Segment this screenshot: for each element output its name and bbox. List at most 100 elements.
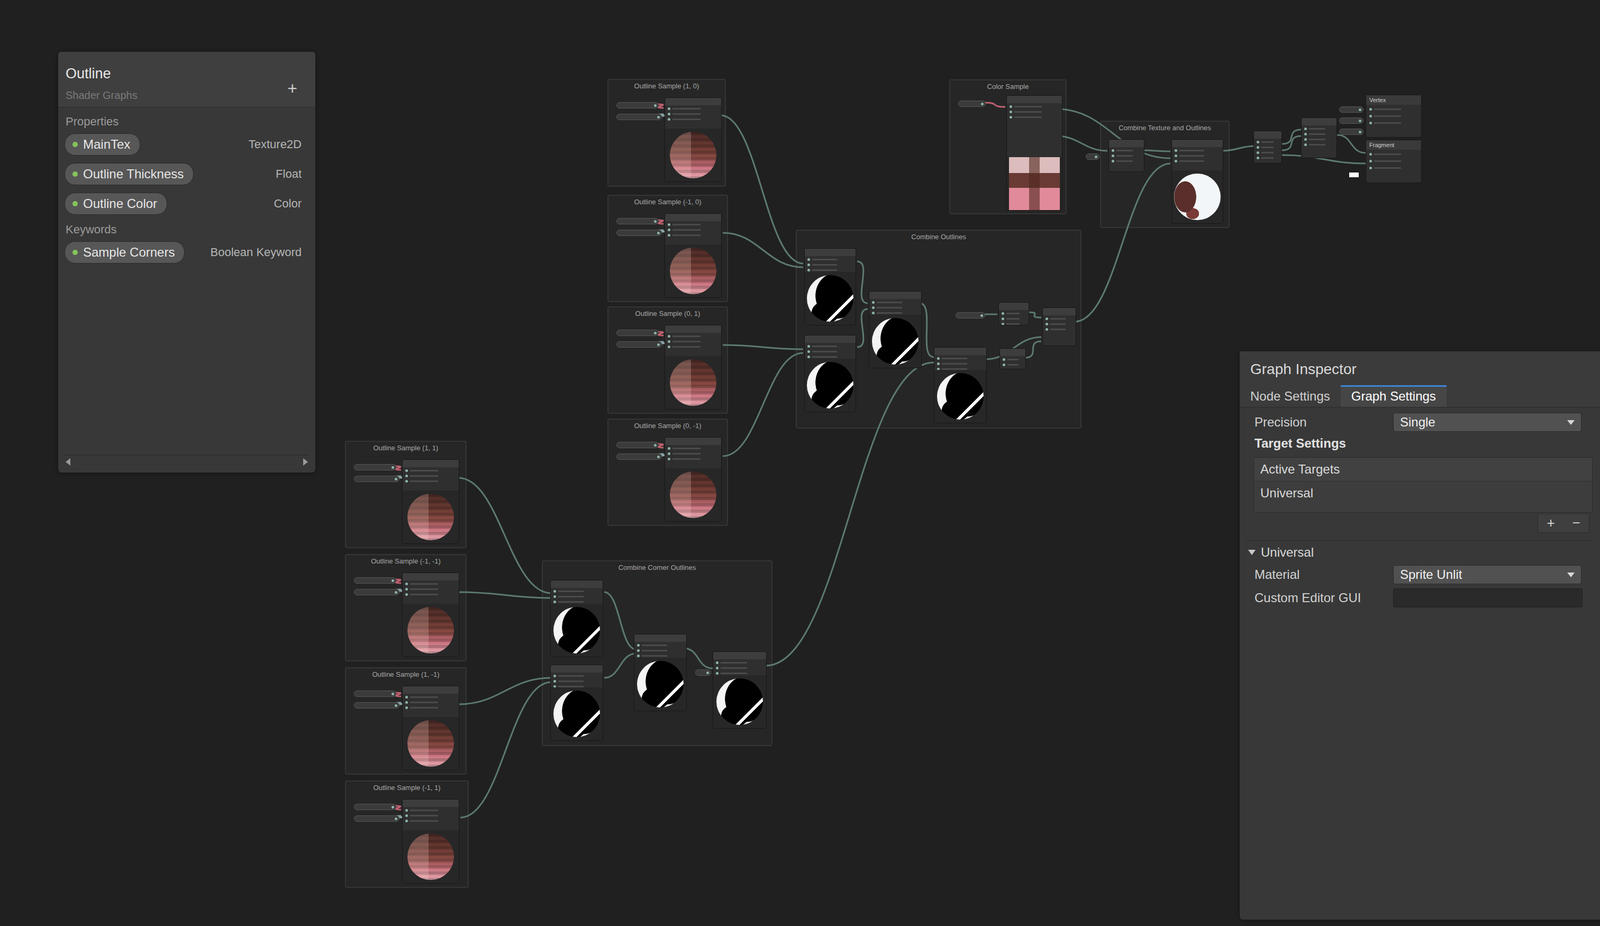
material-dropdown[interactable]: Sprite Unlit: [1393, 565, 1582, 585]
port-row[interactable]: [1174, 154, 1221, 158]
port-row[interactable]: [1001, 312, 1026, 315]
property-pill[interactable]: [353, 464, 397, 471]
add-target-button[interactable]: +: [1538, 514, 1564, 533]
port-row[interactable]: [1009, 110, 1060, 114]
edge-wire[interactable]: [722, 232, 804, 268]
port-row[interactable]: [667, 228, 719, 232]
edge-wire[interactable]: [984, 102, 1006, 107]
edge-wire[interactable]: [657, 220, 664, 224]
node-group[interactable]: Outline Sample (1, -1): [344, 667, 467, 775]
port-row[interactable]: [1174, 149, 1221, 152]
port-row[interactable]: [1256, 146, 1279, 149]
property-row[interactable]: Outline ColorColor: [64, 188, 309, 219]
graph-node[interactable]: [402, 685, 460, 771]
port-row[interactable]: [405, 819, 457, 823]
port-row[interactable]: [1045, 328, 1074, 331]
edge-wire[interactable]: [1282, 129, 1302, 144]
node-header[interactable]: [1171, 139, 1223, 148]
group-title[interactable]: Outline Sample (-1, 1): [346, 781, 468, 792]
graph-node[interactable]: [998, 302, 1030, 326]
group-title[interactable]: Outline Sample (0, -1): [608, 419, 727, 430]
port-row[interactable]: [553, 589, 600, 593]
node-group[interactable]: Combine Corner Outlines: [541, 560, 773, 747]
inspector-tab[interactable]: Node Settings: [1239, 385, 1341, 407]
port-row[interactable]: [553, 674, 600, 678]
edge-wire[interactable]: [979, 313, 998, 316]
port-row[interactable]: [1304, 132, 1334, 136]
input-pill[interactable]: [1339, 128, 1364, 135]
graph-node[interactable]: [1171, 139, 1224, 224]
group-title[interactable]: Outline Sample (-1, -1): [346, 555, 466, 566]
edge-wire[interactable]: [657, 443, 664, 448]
node-header[interactable]: [402, 799, 459, 807]
group-title[interactable]: Outline Sample (-1, 0): [608, 195, 727, 206]
edge-wire[interactable]: [395, 805, 402, 810]
property-pill[interactable]: Outline Thickness: [64, 162, 194, 186]
port-row[interactable]: [807, 355, 853, 359]
node-header[interactable]: [1042, 307, 1076, 316]
edge-wire[interactable]: [1024, 341, 1042, 358]
foldout-arrow-icon[interactable]: [1248, 549, 1256, 556]
edge-wire[interactable]: [722, 344, 804, 350]
port-row[interactable]: [807, 258, 853, 261]
port-row[interactable]: [405, 474, 457, 478]
port-row[interactable]: [1002, 358, 1023, 361]
section-label[interactable]: Keywords: [65, 222, 308, 237]
group-title[interactable]: Combine Texture and Outlines: [1101, 121, 1229, 132]
property-pill[interactable]: [353, 690, 397, 697]
graph-node[interactable]: [1253, 130, 1283, 164]
stack-port-row[interactable]: [1369, 107, 1418, 111]
graph-node[interactable]: [804, 248, 857, 326]
scroll-left-icon[interactable]: [65, 458, 71, 466]
port-row[interactable]: [553, 595, 600, 598]
port-row[interactable]: [807, 263, 853, 267]
port-row[interactable]: [871, 301, 919, 304]
port-row[interactable]: [405, 695, 457, 699]
inspector-tab[interactable]: Graph Settings: [1340, 385, 1447, 407]
edge-wire[interactable]: [1028, 312, 1042, 318]
port-row[interactable]: [1174, 159, 1221, 163]
property-pill[interactable]: Outline Color: [64, 192, 168, 215]
node-header[interactable]: [1000, 348, 1026, 357]
stack-port-row[interactable]: [1369, 166, 1418, 170]
edge-wire[interactable]: [395, 466, 402, 470]
graph-node[interactable]: [933, 347, 987, 424]
node-group[interactable]: Outline Sample (0, 1): [607, 306, 729, 414]
node-group[interactable]: Outline Sample (-1, -1): [344, 553, 467, 662]
edge-wire[interactable]: [857, 308, 868, 348]
graph-node[interactable]: [664, 437, 722, 522]
port-row[interactable]: [405, 587, 457, 591]
node-header[interactable]: [402, 573, 459, 581]
group-title[interactable]: Color Sample: [950, 80, 1066, 91]
remove-target-button[interactable]: −: [1563, 514, 1589, 533]
port-row[interactable]: [1111, 159, 1142, 163]
graph-node[interactable]: [402, 459, 460, 544]
property-row[interactable]: Sample CornersBoolean Keyword: [64, 237, 309, 268]
edge-wire[interactable]: [658, 114, 667, 116]
port-row[interactable]: [715, 671, 764, 675]
edge-wire[interactable]: [1074, 163, 1171, 322]
property-row[interactable]: Outline ThicknessFloat: [64, 159, 309, 189]
port-row[interactable]: [937, 357, 984, 360]
section-label[interactable]: Properties: [65, 114, 308, 129]
edge-wire[interactable]: [1221, 146, 1256, 151]
port-row[interactable]: [667, 457, 719, 461]
port-row[interactable]: [1304, 143, 1334, 147]
node-header[interactable]: [934, 347, 987, 356]
property-pill[interactable]: [616, 229, 662, 236]
node-group[interactable]: Outline Sample (1, 0): [607, 78, 726, 187]
stack-port-row[interactable]: [1369, 114, 1418, 118]
edge-wire[interactable]: [458, 592, 552, 598]
node-group[interactable]: Combine Texture and Outlines: [1100, 120, 1230, 229]
color-swatch[interactable]: [1349, 172, 1359, 178]
node-header[interactable]: [665, 325, 722, 333]
port-row[interactable]: [1304, 127, 1334, 131]
node-header[interactable]: [1108, 139, 1144, 148]
group-title[interactable]: Combine Outlines: [796, 230, 1081, 241]
port-row[interactable]: [637, 654, 684, 658]
port-row[interactable]: [667, 447, 719, 450]
graph-node[interactable]: [402, 572, 460, 658]
edge-wire[interactable]: [395, 579, 402, 584]
node-group[interactable]: Combine Outlines: [795, 229, 1082, 429]
property-pill[interactable]: [353, 588, 400, 596]
